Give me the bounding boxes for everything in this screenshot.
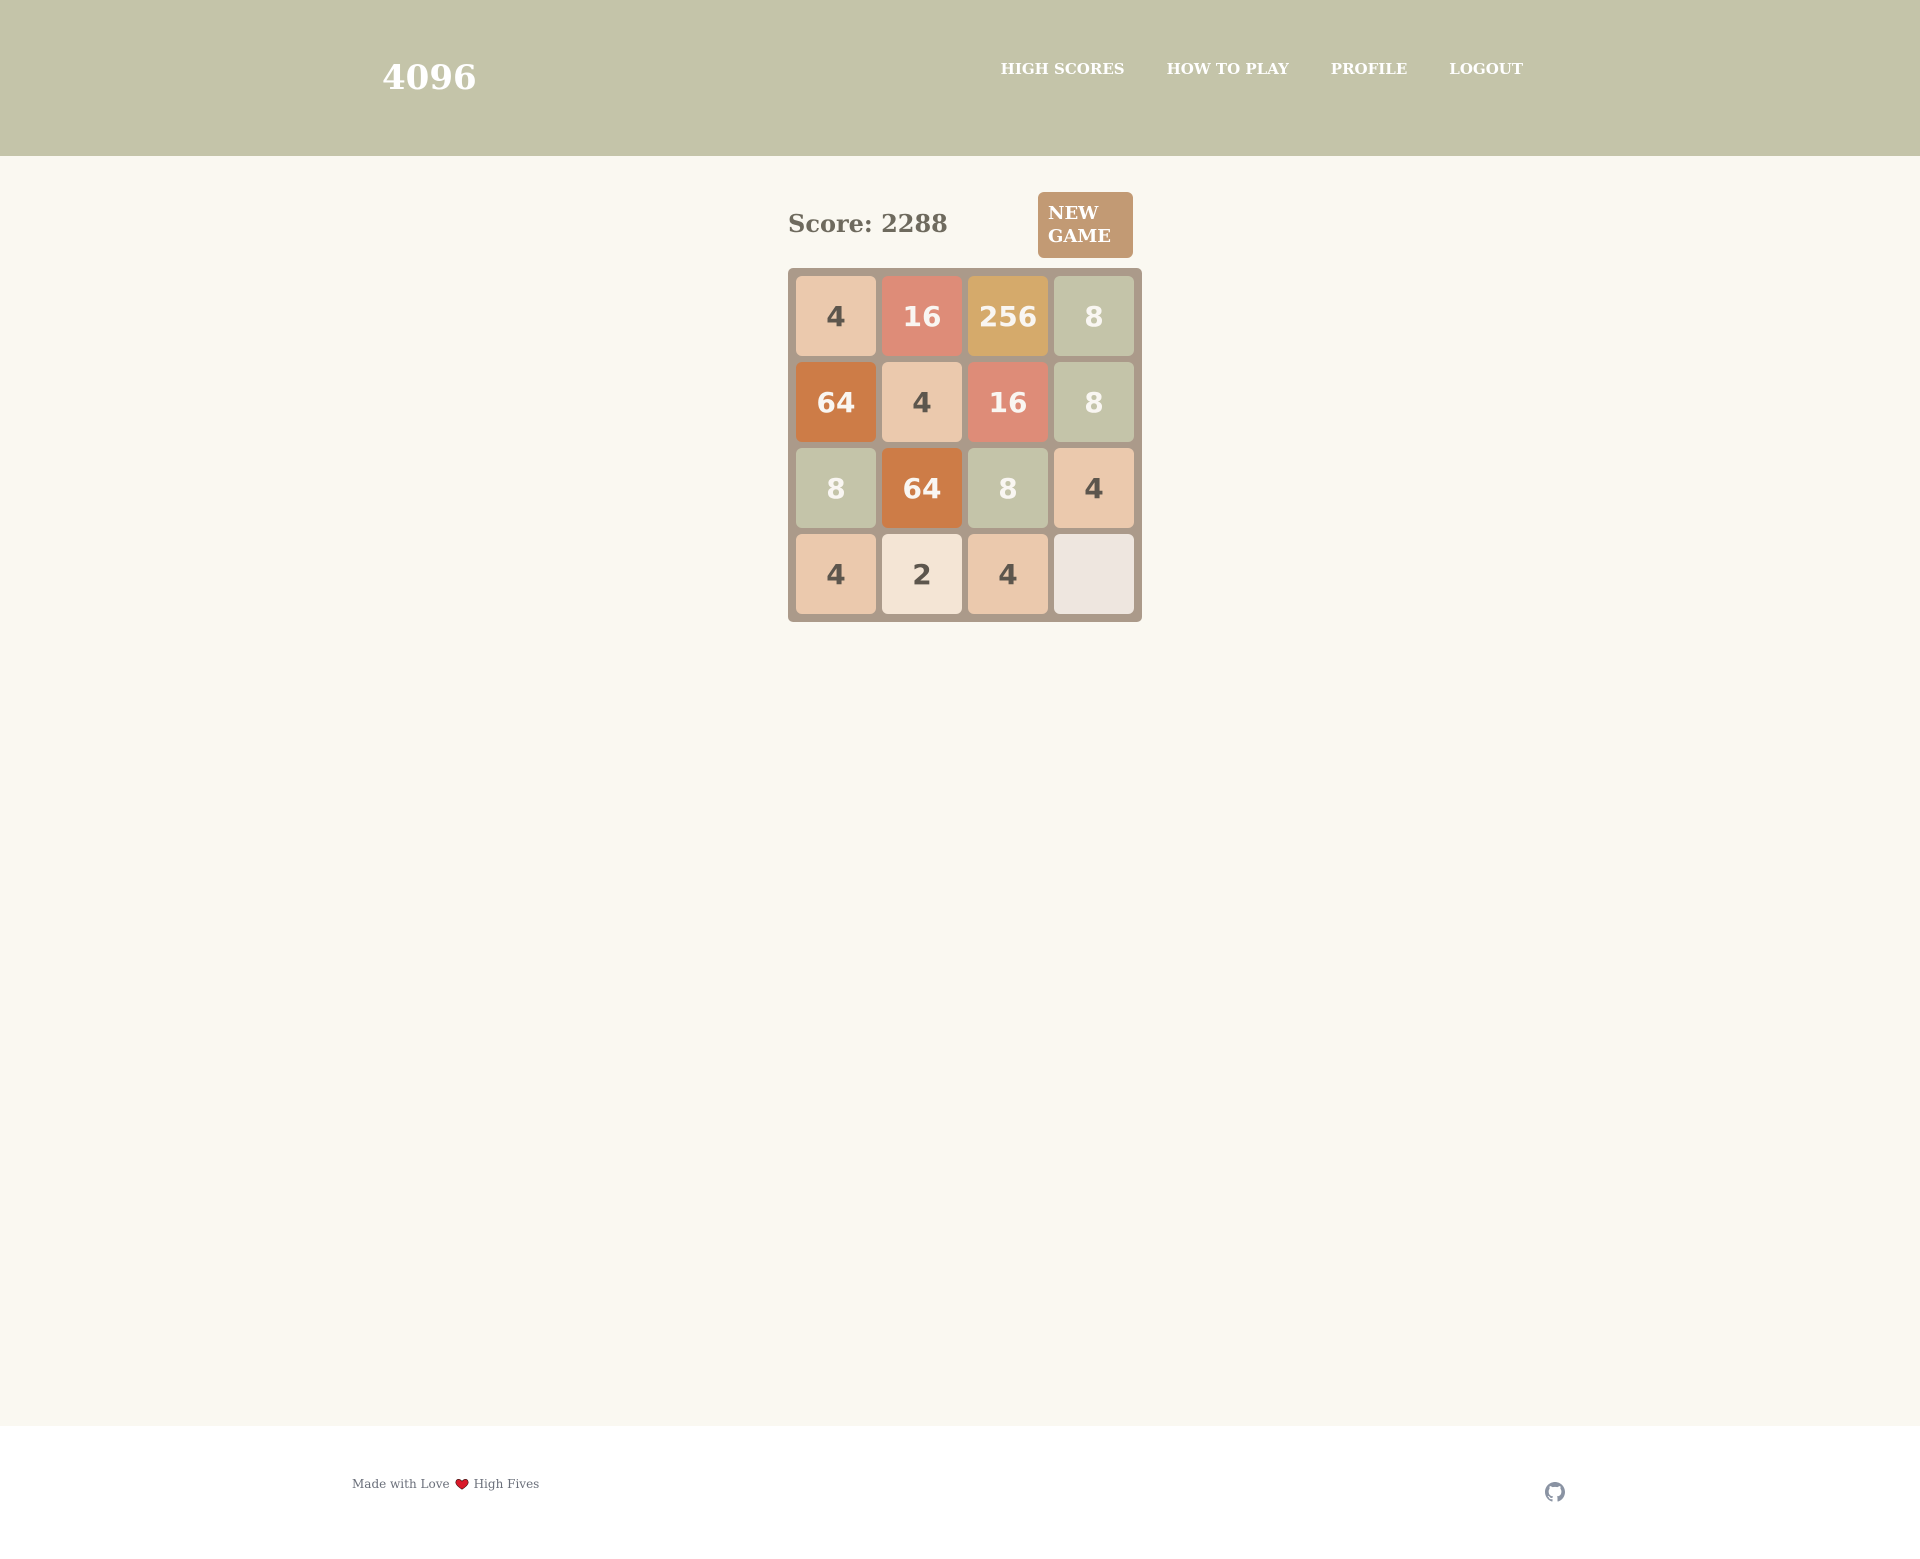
nav-logout[interactable]: LOGOUT xyxy=(1449,58,1523,80)
header-bar: 4096 HIGH SCORES HOW TO PLAY PROFILE LOG… xyxy=(0,0,1920,156)
github-icon[interactable] xyxy=(1545,1482,1565,1502)
tile-64: 64 xyxy=(882,448,962,528)
footer-credits: Made with Love High Fives xyxy=(352,1475,539,1493)
nav-how-to-play[interactable]: HOW TO PLAY xyxy=(1167,58,1289,80)
tile-empty xyxy=(1054,534,1134,614)
tile-2: 2 xyxy=(882,534,962,614)
tile-8: 8 xyxy=(1054,362,1134,442)
tile-4: 4 xyxy=(882,362,962,442)
footer-high-fives: High Fives xyxy=(473,1477,540,1491)
tile-16: 16 xyxy=(882,276,962,356)
tile-4: 4 xyxy=(796,534,876,614)
tile-256: 256 xyxy=(968,276,1048,356)
tile-4: 4 xyxy=(796,276,876,356)
footer-made-with: Made with Love xyxy=(352,1477,450,1491)
brand-logo[interactable]: 4096 xyxy=(382,56,477,100)
tile-4: 4 xyxy=(968,534,1048,614)
footer xyxy=(0,1426,1920,1559)
tile-8: 8 xyxy=(968,448,1048,528)
tile-16: 16 xyxy=(968,362,1048,442)
game-board[interactable]: 4 16 256 8 64 4 16 8 8 64 8 4 4 2 4 xyxy=(788,268,1142,622)
nav-profile[interactable]: PROFILE xyxy=(1331,58,1407,80)
main-nav: HIGH SCORES HOW TO PLAY PROFILE LOGOUT xyxy=(959,58,1523,80)
tile-8: 8 xyxy=(1054,276,1134,356)
heart-icon xyxy=(455,1479,469,1490)
tile-64: 64 xyxy=(796,362,876,442)
tile-8: 8 xyxy=(796,448,876,528)
nav-high-scores[interactable]: HIGH SCORES xyxy=(1001,58,1125,80)
tile-4: 4 xyxy=(1054,448,1134,528)
score-display: Score: 2288 xyxy=(788,209,948,238)
new-game-button[interactable]: NEW GAME xyxy=(1038,192,1133,258)
